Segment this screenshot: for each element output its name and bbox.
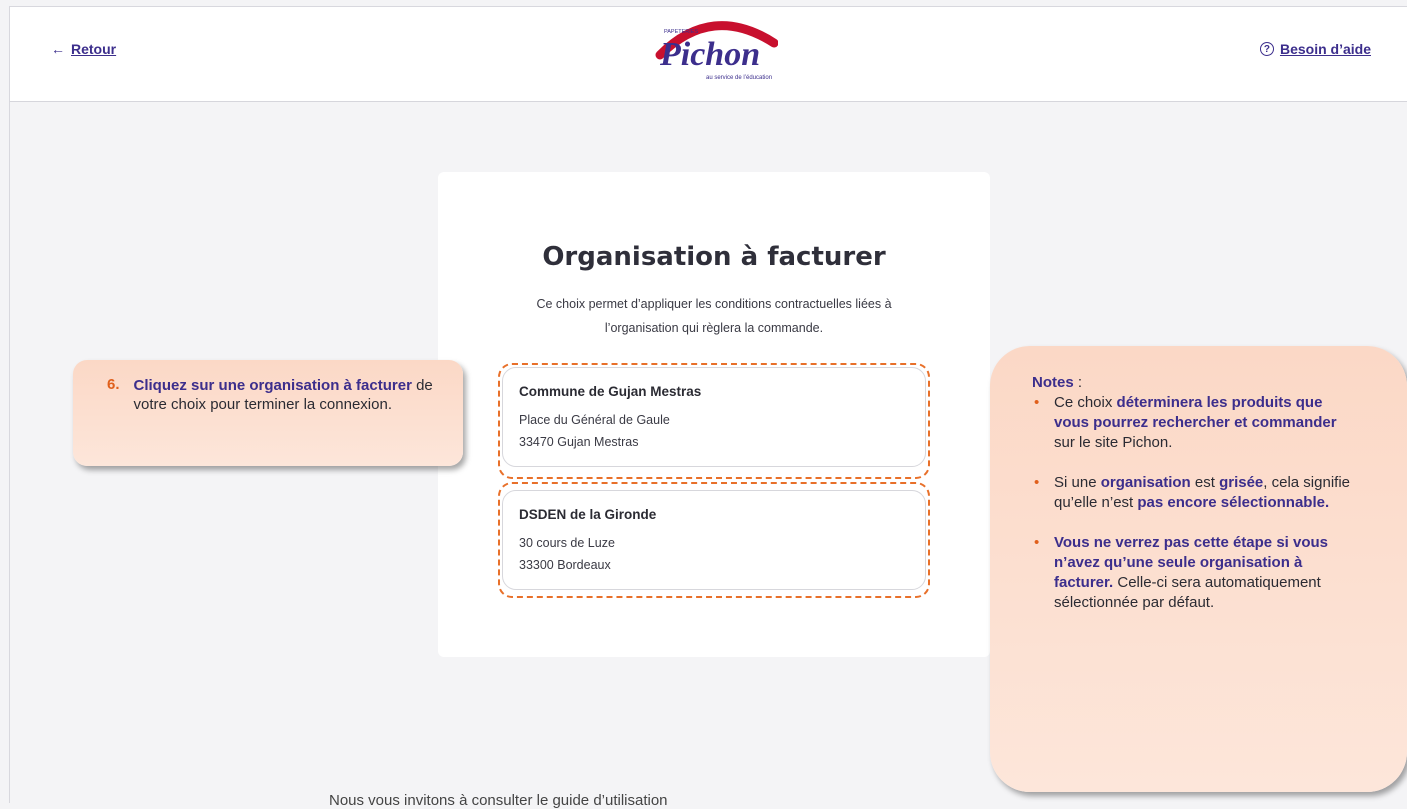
- notes-heading-rest: :: [1073, 374, 1083, 391]
- notes-callout: Notes : Ce choix déterminera les produit…: [990, 346, 1407, 792]
- organisation-address-line: Place du Général de Gaule: [519, 413, 670, 427]
- notes-heading: Notes :: [1032, 374, 1387, 391]
- help-label: Besoin d’aide: [1279, 41, 1371, 57]
- organisation-option[interactable]: DSDEN de la Gironde 30 cours de Luze 333…: [502, 490, 926, 590]
- note-text-bold: grisée: [1219, 474, 1264, 491]
- note-text: Si une: [1054, 474, 1101, 491]
- arrow-left-icon: ←: [51, 41, 65, 57]
- organisation-card: Organisation à facturer Ce choix permet …: [438, 172, 990, 657]
- notes-list: Ce choix déterminera les produits que vo…: [1032, 393, 1387, 613]
- step-text-bold: Cliquez sur une organisation à facturer: [133, 377, 412, 394]
- instruction-callout: 6. Cliquez sur une organisation à factur…: [73, 360, 463, 466]
- note-text-bold: organisation: [1100, 474, 1191, 491]
- help-link[interactable]: ? Besoin d’aide: [1259, 41, 1371, 57]
- pichon-logo: PAPETERIES Pichon au service de l’éducat…: [655, 21, 778, 81]
- notes-item: Vous ne verrez pas cette étape si vous n…: [1032, 533, 1354, 613]
- footer-text: Nous vous invitons à consulter le guide …: [329, 792, 668, 809]
- page-title: Organisation à facturer: [542, 242, 886, 272]
- organisation-name: DSDEN de la Gironde: [519, 507, 657, 522]
- page-subtitle: Ce choix permet d’appliquer les conditio…: [536, 297, 892, 335]
- notes-item: Si une organisation est grisée, cela sig…: [1032, 473, 1354, 513]
- organisation-name: Commune de Gujan Mestras: [519, 384, 702, 399]
- organisation-address-line: 33300 Bordeaux: [519, 558, 611, 572]
- organisation-address-line: 30 cours de Luze: [519, 536, 615, 550]
- logo-tagline: au service de l’éducation: [706, 75, 772, 81]
- logo-brand-small: PAPETERIES: [664, 29, 698, 35]
- back-label: Retour: [71, 41, 117, 57]
- note-text-bold: pas encore sélectionnable.: [1137, 494, 1330, 511]
- back-link[interactable]: ← Retour: [51, 41, 116, 57]
- note-text: Ce choix: [1054, 394, 1117, 411]
- step-number: 6.: [107, 376, 120, 393]
- logo-brand: Pichon: [659, 36, 760, 73]
- note-text: est: [1190, 474, 1220, 491]
- notes-item: Ce choix déterminera les produits que vo…: [1032, 393, 1354, 453]
- top-bar: ← Retour PAPETERIES Pichon au service de…: [9, 6, 1407, 102]
- organisation-address-line: 33470 Gujan Mestras: [519, 435, 639, 449]
- notes-heading-bold: Notes: [1032, 374, 1074, 391]
- step-text: Cliquez sur une organisation à facturer …: [134, 376, 443, 466]
- organisation-option[interactable]: Commune de Gujan Mestras Place du Généra…: [502, 367, 926, 467]
- note-text: sur le site Pichon.: [1054, 434, 1173, 451]
- question-circle-icon: ?: [1259, 42, 1274, 56]
